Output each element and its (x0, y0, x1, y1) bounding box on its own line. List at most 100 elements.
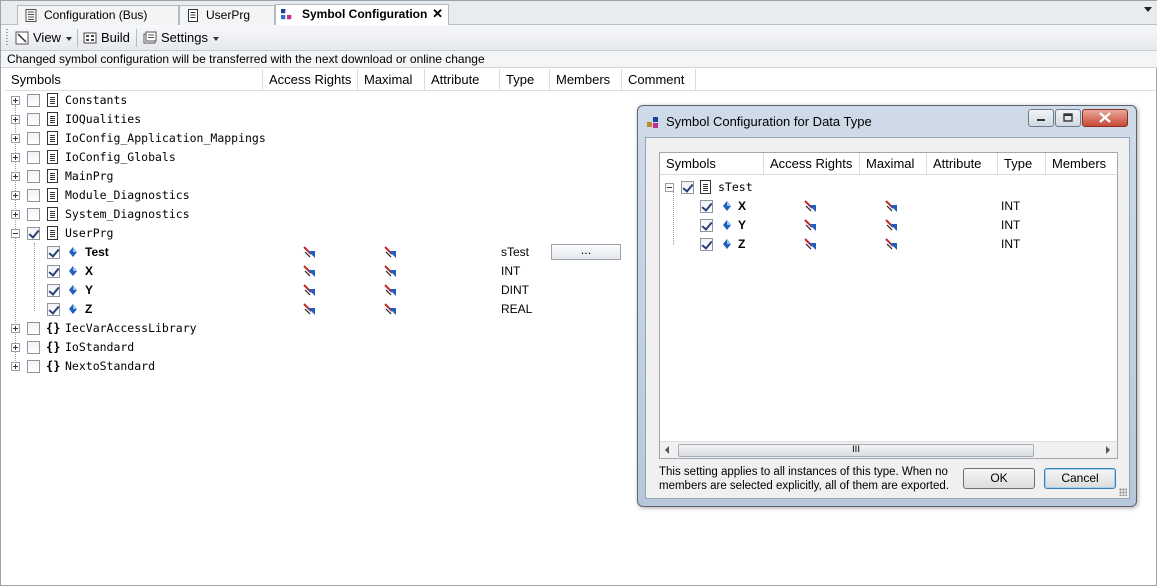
column-header-access-rights[interactable]: Access Rights (263, 69, 358, 90)
symbol-checkbox[interactable] (27, 189, 40, 202)
maximal-rights-icon (885, 219, 897, 231)
symbol-checkbox[interactable] (27, 322, 40, 335)
tab-configuration-bus[interactable]: Configuration (Bus) (17, 5, 179, 25)
expand-icon[interactable] (11, 324, 20, 333)
symbol-checkbox[interactable] (47, 284, 60, 297)
maximal-rights-icon (384, 265, 396, 277)
tree-row-module-diagnostics[interactable]: Module_Diagnostics (5, 186, 645, 205)
program-icon (47, 169, 58, 183)
access-rights-icon[interactable] (303, 246, 317, 260)
symbol-checkbox[interactable] (681, 181, 694, 194)
symbol-checkbox[interactable] (47, 303, 60, 316)
tree-row-test[interactable]: Test sTest ... (5, 243, 645, 262)
maximize-button[interactable] (1055, 109, 1081, 127)
close-icon[interactable]: ✕ (432, 5, 443, 23)
members-button[interactable]: ... (551, 244, 621, 260)
symbol-checkbox[interactable] (700, 219, 713, 232)
symbol-checkbox[interactable] (27, 208, 40, 221)
tree-row-constants[interactable]: Constants (5, 91, 645, 110)
access-rights-icon[interactable] (804, 238, 818, 252)
view-menu-button[interactable]: View (13, 28, 72, 48)
type-cell: DINT (501, 283, 529, 297)
tree-row-ioqualities[interactable]: IOQualities (5, 110, 645, 129)
tree-row-mainprg[interactable]: MainPrg (5, 167, 645, 186)
column-header-maximal[interactable]: Maximal (358, 69, 425, 90)
tree-row-z[interactable]: Z REAL (5, 300, 645, 319)
tab-userprg[interactable]: UserPrg (179, 5, 275, 25)
access-rights-icon[interactable] (804, 219, 818, 233)
symbol-checkbox[interactable] (27, 151, 40, 164)
expand-icon[interactable] (11, 153, 20, 162)
access-rights-icon[interactable] (303, 303, 317, 317)
column-header-members[interactable]: Members (550, 69, 622, 90)
tree-row-y[interactable]: Y DINT (5, 281, 645, 300)
symbol-checkbox[interactable] (700, 200, 713, 213)
column-header-maximal[interactable]: Maximal (860, 153, 927, 174)
tree-row-system-diagnostics[interactable]: System_Diagnostics (5, 205, 645, 224)
column-header-symbols[interactable]: Symbols (660, 153, 764, 174)
tree-row-ioconfig-globals[interactable]: IoConfig_Globals (5, 148, 645, 167)
minimize-button[interactable] (1028, 109, 1054, 127)
column-header-members[interactable]: Members (1046, 153, 1117, 174)
symbol-checkbox[interactable] (27, 132, 40, 145)
symbol-checkbox[interactable] (27, 113, 40, 126)
column-header-access-rights[interactable]: Access Rights (764, 153, 860, 174)
symbol-checkbox[interactable] (27, 227, 40, 240)
tree-row-x[interactable]: X INT (660, 197, 1117, 216)
expand-icon[interactable] (11, 172, 20, 181)
tree-row-stest[interactable]: sTest (660, 178, 1117, 197)
tab-list-dropdown-icon[interactable] (1144, 7, 1152, 12)
tree-row-ioconfig-application-mappings[interactable]: IoConfig_Application_Mappings (5, 129, 645, 148)
symbol-checkbox[interactable] (27, 170, 40, 183)
tree-row-z[interactable]: Z INT (660, 235, 1117, 254)
expand-icon[interactable] (11, 343, 20, 352)
collapse-icon[interactable] (665, 183, 674, 192)
column-header-type[interactable]: Type (500, 69, 550, 90)
tree-row-userprg[interactable]: UserPrg (5, 224, 645, 243)
column-header-symbols[interactable]: Symbols (5, 69, 263, 90)
cancel-button[interactable]: Cancel (1044, 468, 1116, 489)
symbol-name: Z (738, 237, 746, 251)
expand-icon[interactable] (11, 115, 20, 124)
ok-button[interactable]: OK (963, 468, 1035, 489)
variable-icon (723, 220, 731, 230)
symbol-checkbox[interactable] (47, 246, 60, 259)
expand-icon[interactable] (11, 210, 20, 219)
scroll-right-icon[interactable] (1106, 446, 1110, 454)
access-rights-icon[interactable] (303, 265, 317, 279)
symbol-checkbox[interactable] (27, 360, 40, 373)
tree-row-y[interactable]: Y INT (660, 216, 1117, 235)
program-icon (47, 188, 58, 202)
column-header-attribute[interactable]: Attribute (425, 69, 500, 90)
scroll-left-icon[interactable] (665, 446, 669, 454)
tree-row-nextostandard[interactable]: {} NextoStandard (5, 357, 645, 376)
expand-icon[interactable] (11, 96, 20, 105)
build-button[interactable]: Build (81, 28, 130, 48)
tree-row-x[interactable]: X INT (5, 262, 645, 281)
column-header-attribute[interactable]: Attribute (927, 153, 998, 174)
collapse-icon[interactable] (11, 229, 20, 238)
symbol-name: IoConfig_Globals (65, 150, 176, 164)
expand-icon[interactable] (11, 191, 20, 200)
settings-menu-button[interactable]: Settings (141, 28, 219, 48)
close-button[interactable] (1082, 109, 1128, 127)
column-header-type[interactable]: Type (998, 153, 1046, 174)
variable-icon (723, 201, 731, 211)
tree-row-iecvaraccesslibrary[interactable]: {} IecVarAccessLibrary (5, 319, 645, 338)
symbol-checkbox[interactable] (47, 265, 60, 278)
symbol-checkbox[interactable] (27, 341, 40, 354)
access-rights-icon[interactable] (804, 200, 818, 214)
symbol-checkbox[interactable] (27, 94, 40, 107)
expand-icon[interactable] (11, 134, 20, 143)
expand-icon[interactable] (11, 362, 20, 371)
horizontal-scrollbar[interactable]: III (660, 441, 1117, 458)
symbol-checkbox[interactable] (700, 238, 713, 251)
tree-row-iostandard[interactable]: {} IoStandard (5, 338, 645, 357)
symbol-name: MainPrg (65, 169, 114, 183)
access-rights-icon[interactable] (303, 284, 317, 298)
column-header-comment[interactable]: Comment (622, 69, 696, 90)
tab-symbol-configuration[interactable]: Symbol Configuration ✕ (275, 4, 449, 25)
scrollbar-thumb[interactable]: III (678, 444, 1034, 457)
resize-grip-icon[interactable] (1119, 488, 1127, 496)
maximal-rights-icon (384, 303, 396, 315)
